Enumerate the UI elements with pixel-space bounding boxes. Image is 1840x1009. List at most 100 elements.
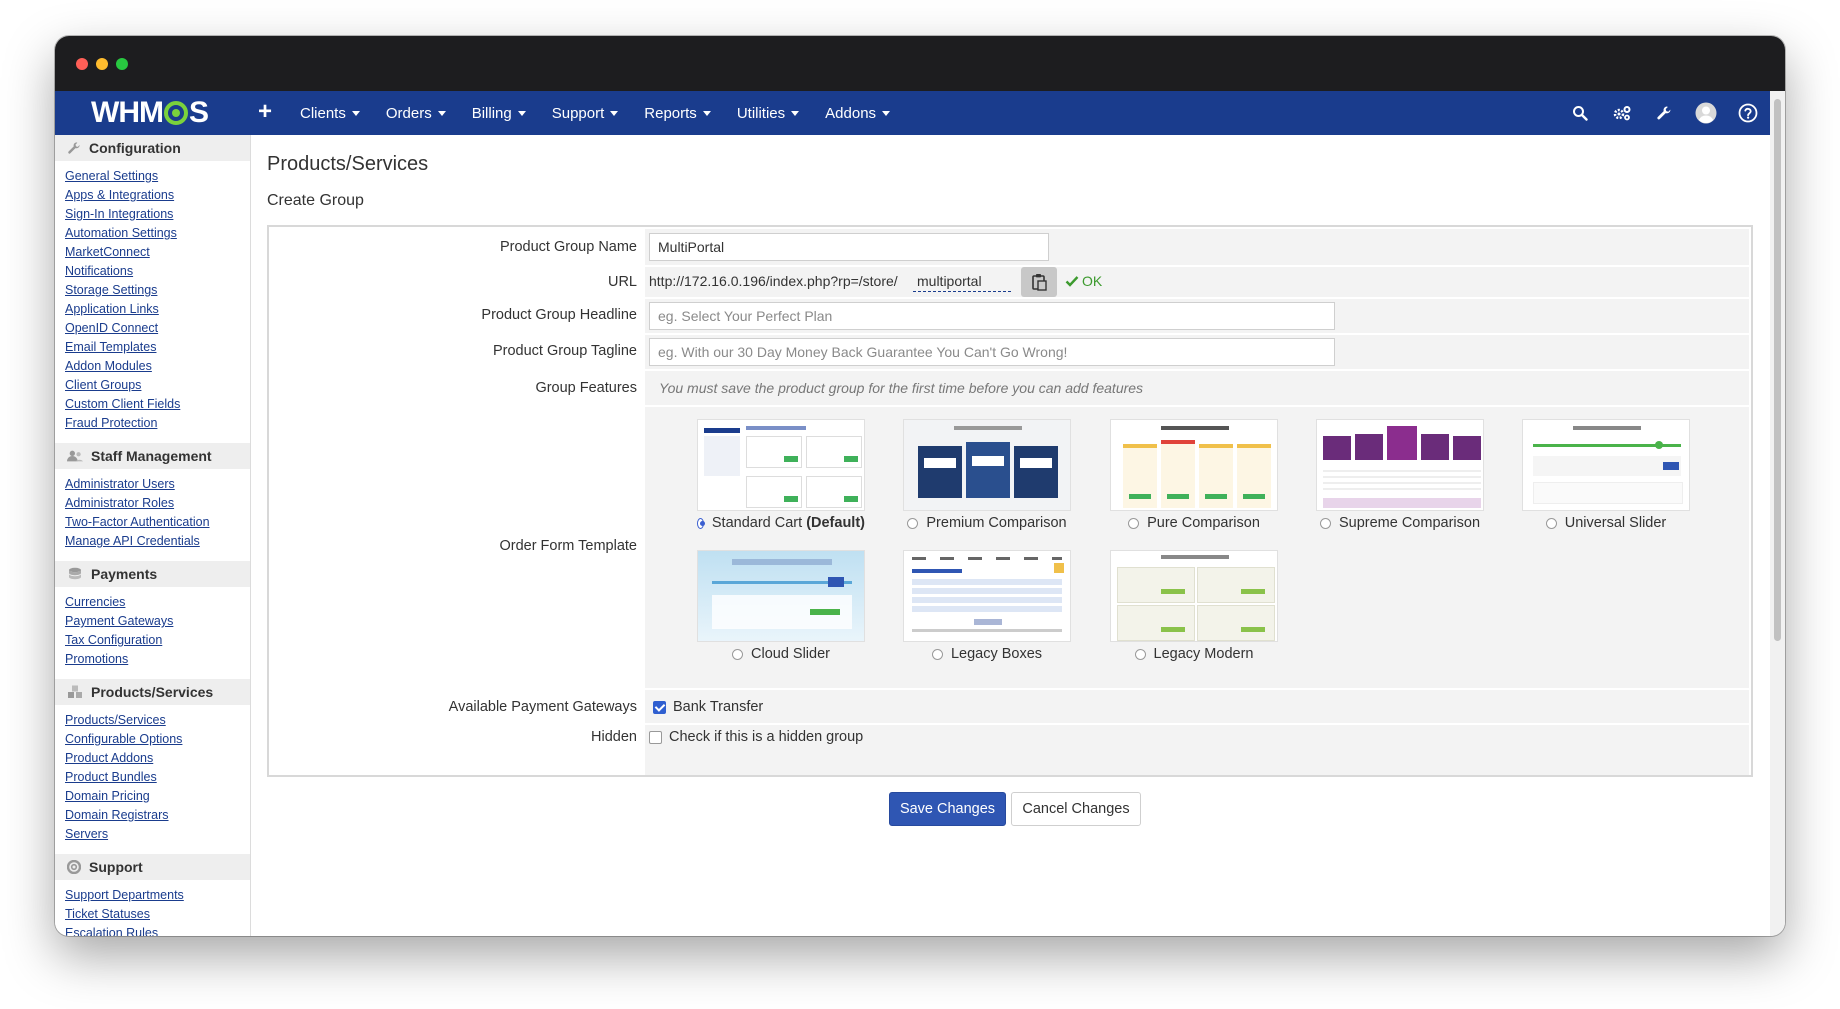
template-legacy-boxes[interactable]: Legacy Boxes (903, 550, 1071, 662)
template-radio[interactable] (1545, 517, 1557, 529)
sidebar-link-products-5[interactable]: Domain Registrars (65, 806, 250, 825)
avatar-icon[interactable] (1694, 101, 1718, 125)
menu-utilities[interactable]: Utilities (737, 105, 800, 122)
copy-url-button[interactable] (1021, 267, 1057, 297)
sidebar-section-configuration: Configuration General Settings Apps & Int… (55, 135, 250, 433)
template-pure-comparison[interactable]: Pure Comparison (1110, 419, 1278, 531)
template-radio[interactable] (1319, 517, 1331, 529)
users-icon (67, 450, 83, 462)
vertical-scrollbar[interactable] (1770, 91, 1785, 936)
cogs-icon[interactable] (1610, 101, 1634, 125)
sidebar-link-configuration-2[interactable]: Sign-In Integrations (65, 205, 250, 224)
template-universal-slider[interactable]: Universal Slider (1522, 419, 1690, 531)
menu-billing[interactable]: Billing (472, 105, 526, 122)
template-thumbnail[interactable] (903, 550, 1071, 642)
sidebar-link-configuration-9[interactable]: Email Templates (65, 338, 250, 357)
template-radio[interactable] (931, 648, 943, 660)
sidebar-link-products-1[interactable]: Configurable Options (65, 730, 250, 749)
search-icon[interactable] (1568, 101, 1592, 125)
template-thumbnail[interactable] (697, 550, 865, 642)
sidebar-link-products-3[interactable]: Product Bundles (65, 768, 250, 787)
plus-icon[interactable]: + (258, 99, 272, 125)
sidebar-link-configuration-6[interactable]: Storage Settings (65, 281, 250, 300)
nav-icon-group (1550, 91, 1760, 135)
template-radio[interactable] (907, 517, 919, 529)
menu-label: Clients (300, 104, 346, 122)
template-name: Supreme Comparison (1338, 515, 1481, 531)
sidebar-link-staff-0[interactable]: Administrator Users (65, 475, 250, 494)
sidebar-link-configuration-4[interactable]: MarketConnect (65, 243, 250, 262)
menu-addons[interactable]: Addons (825, 105, 891, 122)
sidebar-link-products-6[interactable]: Servers (65, 825, 250, 844)
menu-clients[interactable]: Clients (300, 105, 360, 122)
sidebar-link-products-2[interactable]: Product Addons (65, 749, 250, 768)
save-changes-button[interactable]: Save Changes (889, 792, 1006, 826)
template-name: Premium Comparison (926, 515, 1067, 531)
template-radio[interactable] (732, 648, 743, 660)
whmcs-logo[interactable]: WHM S (91, 96, 209, 129)
sidebar-link-products-4[interactable]: Domain Pricing (65, 787, 250, 806)
maximize-window-button[interactable] (116, 58, 128, 70)
sidebar-link-payments-3[interactable]: Promotions (65, 650, 250, 669)
template-thumbnail[interactable] (1110, 550, 1278, 642)
sidebar-link-configuration-13[interactable]: Fraud Protection (65, 414, 250, 433)
sidebar-link-configuration-3[interactable]: Automation Settings (65, 224, 250, 243)
sidebar-link-products-0[interactable]: Products/Services (65, 711, 250, 730)
template-thumbnail[interactable] (1110, 419, 1278, 511)
bank-transfer-checkbox[interactable] (653, 701, 666, 714)
template-thumbnail[interactable] (697, 419, 865, 511)
template-standard-cart[interactable]: Standard Cart (Default) (697, 419, 865, 531)
sidebar-link-staff-1[interactable]: Administrator Roles (65, 494, 250, 513)
minimize-window-button[interactable] (96, 58, 108, 70)
wrench-icon[interactable] (1652, 101, 1676, 125)
headline-input[interactable] (649, 302, 1335, 330)
menu-reports[interactable]: Reports (644, 105, 711, 122)
template-premium-comparison[interactable]: Premium Comparison (903, 419, 1071, 531)
sidebar-link-configuration-0[interactable]: General Settings (65, 167, 250, 186)
template-supreme-comparison[interactable]: Supreme Comparison (1316, 419, 1484, 531)
template-thumbnail[interactable] (903, 419, 1071, 511)
sidebar-link-configuration-10[interactable]: Addon Modules (65, 357, 250, 376)
logo-gear-icon (163, 101, 188, 125)
wrench-icon (68, 142, 80, 154)
sidebar-link-configuration-1[interactable]: Apps & Integrations (65, 186, 250, 205)
menu-support[interactable]: Support (552, 105, 619, 122)
hidden-group-label[interactable]: Check if this is a hidden group (669, 729, 863, 745)
help-icon[interactable] (1736, 101, 1760, 125)
template-thumbnail[interactable] (1316, 419, 1484, 511)
sidebar-link-configuration-12[interactable]: Custom Client Fields (65, 395, 250, 414)
tagline-input[interactable] (649, 338, 1335, 366)
template-caption: Pure Comparison (1110, 515, 1278, 531)
sidebar-link-payments-2[interactable]: Tax Configuration (65, 631, 250, 650)
sidebar-link-support-0[interactable]: Support Departments (65, 886, 250, 905)
url-label: URL (607, 274, 637, 290)
scrollbar-thumb[interactable] (1774, 99, 1781, 641)
group-name-input[interactable] (649, 233, 1049, 261)
template-legacy-modern[interactable]: Legacy Modern (1110, 550, 1278, 662)
cancel-changes-button[interactable]: Cancel Changes (1011, 792, 1141, 826)
sidebar-link-configuration-5[interactable]: Notifications (65, 262, 250, 281)
template-radio[interactable] (1128, 517, 1140, 529)
sidebar-link-configuration-7[interactable]: Application Links (65, 300, 250, 319)
template-radio[interactable] (1134, 648, 1146, 660)
sidebar-link-configuration-11[interactable]: Client Groups (65, 376, 250, 395)
sidebar-link-staff-3[interactable]: Manage API Credentials (65, 532, 250, 551)
close-window-button[interactable] (76, 58, 88, 70)
sidebar-link-support-1[interactable]: Ticket Statuses (65, 905, 250, 924)
template-radio[interactable] (697, 517, 705, 529)
group-features-note: You must save the product group for the … (659, 380, 1144, 396)
sidebar-link-payments-0[interactable]: Currencies (65, 593, 250, 612)
sidebar-link-payments-1[interactable]: Payment Gateways (65, 612, 250, 631)
template-cloud-slider[interactable]: Cloud Slider (697, 550, 865, 662)
sidebar-link-configuration-8[interactable]: OpenID Connect (65, 319, 250, 338)
menu-label: Orders (385, 104, 432, 122)
caret-down-icon (437, 110, 446, 116)
url-slug-editable[interactable]: multiportal (913, 273, 1011, 292)
bank-transfer-label[interactable]: Bank Transfer (673, 699, 763, 715)
menu-orders[interactable]: Orders (386, 105, 446, 122)
hidden-group-checkbox[interactable] (649, 731, 662, 744)
app-window: WHM S + Clients Orders Billing Support Re… (55, 36, 1785, 936)
sidebar-link-staff-2[interactable]: Two-Factor Authentication (65, 513, 250, 532)
sidebar-link-support-2[interactable]: Escalation Rules (65, 924, 250, 936)
template-thumbnail[interactable] (1522, 419, 1690, 511)
